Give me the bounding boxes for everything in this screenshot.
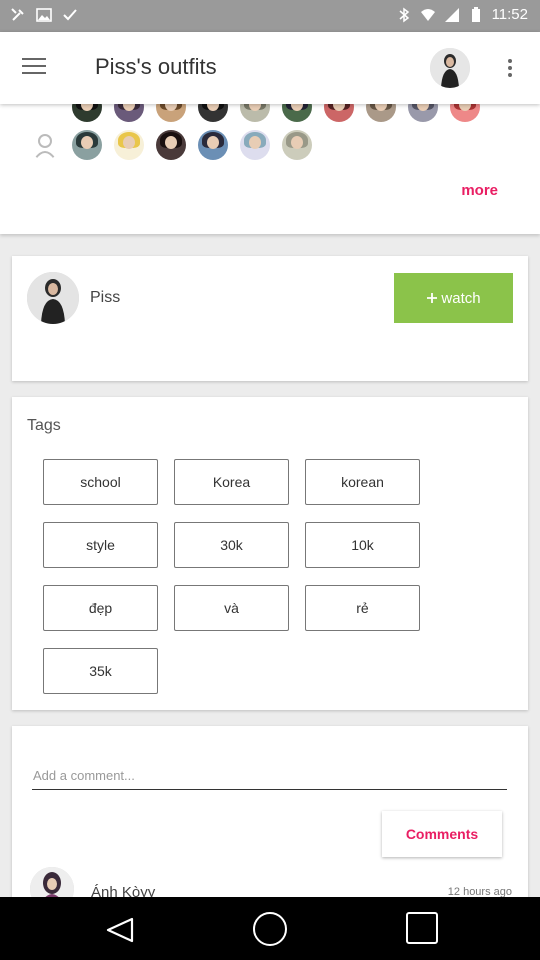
follower-avatar[interactable] [72,104,102,122]
follower-avatar[interactable] [156,104,186,122]
page-title: Piss's outfits [95,54,217,79]
battery-icon [471,6,480,22]
check-icon [63,9,77,21]
followers-row [30,104,480,122]
tags-title: Tags [27,417,61,434]
follower-avatar[interactable] [30,104,60,122]
system-nav-bar [0,897,540,960]
followers-row [30,130,312,160]
comments-card: Comments Ánh Kòyy 12 hours ago [12,726,528,911]
bluetooth-icon [399,7,409,22]
more-followers-link[interactable]: more [461,182,498,199]
tag-chip[interactable]: 35k [43,648,158,694]
follower-avatar[interactable] [156,130,186,160]
more-vert-icon[interactable] [500,56,520,84]
profile-avatar[interactable] [430,48,470,88]
follower-avatar[interactable] [408,104,438,122]
signal-icon [444,7,459,22]
tag-chip[interactable]: 30k [174,522,289,568]
home-icon[interactable] [253,912,287,946]
follower-avatar[interactable] [366,104,396,122]
follower-avatar[interactable] [324,104,354,122]
tag-chip[interactable]: Korea [174,459,289,505]
follower-avatar[interactable] [72,130,102,160]
tools-icon [11,8,24,21]
owner-card: Piss watch [12,256,528,381]
tag-chip[interactable]: rẻ [305,585,420,631]
follower-avatar[interactable] [114,130,144,160]
follower-avatar[interactable] [282,104,312,122]
follower-avatar[interactable] [240,130,270,160]
follower-avatar[interactable] [450,104,480,122]
tag-chip[interactable]: school [43,459,158,505]
status-time: 11:52 [491,6,528,23]
owner-avatar[interactable] [27,272,79,324]
comments-button[interactable]: Comments [382,811,502,857]
watch-button[interactable]: watch [394,273,513,323]
hamburger-icon[interactable] [22,58,50,80]
tags-card: Tags school Korea korean style 30k 10k đ… [12,397,528,710]
wifi-icon [420,8,435,21]
follower-avatar[interactable] [30,130,60,160]
app-bar: Piss's outfits [0,32,540,104]
plus-icon [427,293,438,303]
recent-apps-icon[interactable] [406,912,438,944]
comment-input[interactable] [32,762,507,790]
back-icon[interactable] [104,917,136,943]
tag-chip[interactable]: 10k [305,522,420,568]
follower-avatar[interactable] [198,104,228,122]
followers-card: more [0,104,540,234]
follower-avatar[interactable] [282,130,312,160]
follower-avatar[interactable] [240,104,270,122]
tag-chip[interactable]: style [43,522,158,568]
tag-chip[interactable]: korean [305,459,420,505]
status-bar: 11:52 [0,0,540,32]
owner-name[interactable]: Piss [90,289,120,307]
watch-label: watch [441,289,481,307]
tag-chip[interactable]: và [174,585,289,631]
follower-avatar[interactable] [114,104,144,122]
follower-avatar[interactable] [198,130,228,160]
tag-chip[interactable]: đẹp [43,585,158,631]
image-icon [36,8,52,22]
